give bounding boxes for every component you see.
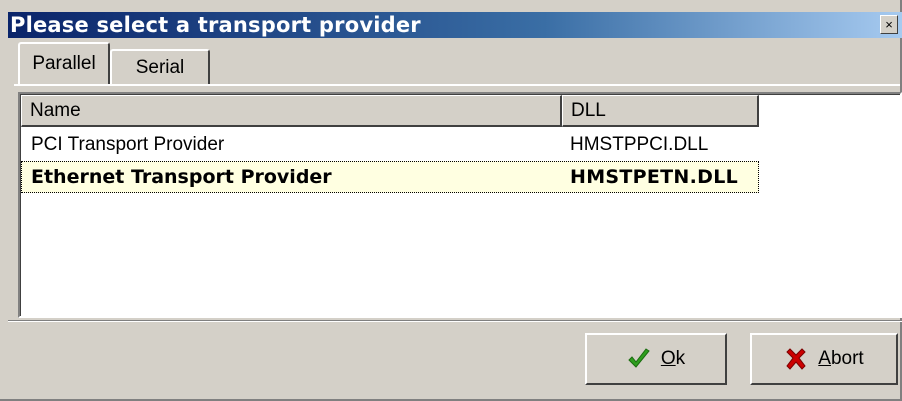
list-item-selected[interactable]: Ethernet Transport Provider HMSTPETN.DLL (21, 161, 759, 193)
column-header-dll-label: DLL (571, 99, 606, 121)
list-item-name: Ethernet Transport Provider (31, 166, 332, 188)
tab-parallel[interactable]: Parallel (18, 42, 110, 84)
provider-list[interactable]: Name DLL PCI Transport Provider HMSTPPCI… (18, 92, 902, 318)
list-item-dll: HMSTPETN.DLL (570, 166, 739, 188)
abort-mnemonic: A (818, 348, 831, 369)
abort-button-label: Abort (818, 348, 863, 370)
close-icon: × (885, 17, 893, 32)
list-item-name: PCI Transport Provider (31, 134, 225, 155)
separator-highlight (8, 321, 902, 322)
tab-serial[interactable]: Serial (110, 49, 210, 84)
abort-label-rest: bort (830, 348, 864, 369)
red-x-icon (784, 347, 808, 371)
ok-mnemonic: O (660, 348, 676, 369)
transport-provider-dialog: Please select a transport provider × Par… (0, 0, 902, 401)
list-header: Name DLL (21, 95, 759, 127)
title-bar[interactable]: Please select a transport provider × (8, 12, 902, 38)
column-header-name-label: Name (30, 99, 81, 121)
column-header-name[interactable]: Name (21, 95, 562, 127)
abort-button[interactable]: Abort (750, 333, 898, 385)
window-title: Please select a transport provider (10, 13, 421, 37)
column-header-dll[interactable]: DLL (562, 95, 759, 127)
provider-list-inner: Name DLL PCI Transport Provider HMSTPPCI… (20, 94, 900, 316)
tab-parallel-label: Parallel (32, 53, 96, 74)
checkmark-icon (627, 347, 651, 371)
list-item-dll: HMSTPPCI.DLL (570, 134, 709, 155)
ok-label-rest: k (675, 348, 686, 369)
close-button[interactable]: × (880, 15, 898, 34)
ok-button-label: Ok (661, 348, 685, 370)
ok-button[interactable]: Ok (585, 333, 727, 385)
list-item[interactable]: PCI Transport Provider HMSTPPCI.DLL (21, 129, 759, 161)
tab-serial-label: Serial (135, 56, 185, 78)
